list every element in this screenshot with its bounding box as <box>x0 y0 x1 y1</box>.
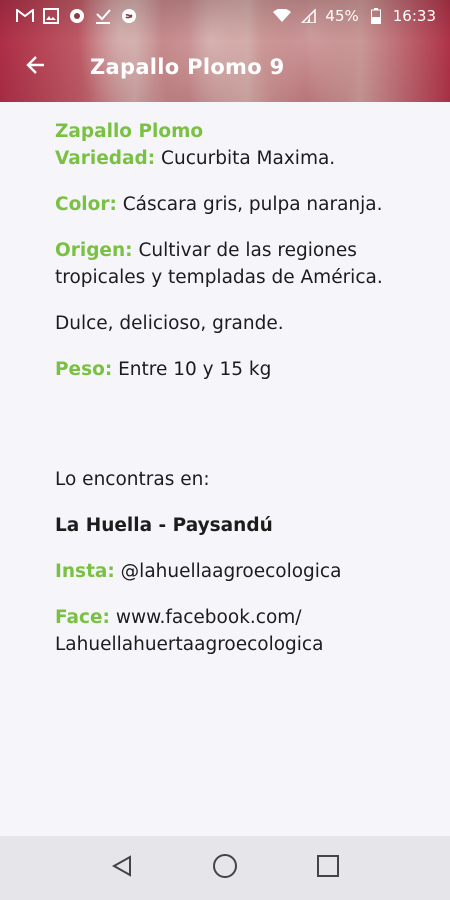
face-url-path: Lahuellahuertaagroecologica <box>55 634 324 655</box>
face-row: Face: www.facebook.com/ Lahuellahuertaag… <box>55 604 425 658</box>
square-recents-icon <box>316 854 340 882</box>
peso-label: Peso: <box>55 359 113 380</box>
nav-recents-button[interactable] <box>306 846 350 890</box>
nav-home-button[interactable] <box>203 846 247 890</box>
peso-row: Peso: Entre 10 y 15 kg <box>55 356 425 383</box>
gmail-icon <box>16 7 34 25</box>
download-icon <box>94 7 112 25</box>
app-icon <box>68 7 86 25</box>
color-label: Color: <box>55 194 117 215</box>
face-label: Face: <box>55 607 110 628</box>
variedad-value: Cucurbita Maxima. <box>155 148 336 169</box>
product-block: Zapallo Plomo Variedad: Cucurbita Maxima… <box>55 118 425 172</box>
origen-row: Origen: Cultivar de las regiones tropica… <box>55 237 425 291</box>
origen-label: Origen: <box>55 240 133 261</box>
wifi-icon <box>273 7 292 25</box>
triangle-back-icon <box>110 854 134 882</box>
nav-back-button[interactable] <box>100 846 144 890</box>
variedad-label: Variedad: <box>55 148 156 169</box>
insta-handle: @lahuellaagroecologica <box>114 561 342 582</box>
color-value: Cáscara gris, pulpa naranja. <box>116 194 383 215</box>
status-bar: 45% 16:33 <box>0 0 450 32</box>
image-icon <box>42 7 60 25</box>
product-details: Zapallo Plomo Variedad: Cucurbita Maxima… <box>55 118 425 677</box>
circle-home-icon <box>212 853 238 883</box>
clock: 16:33 <box>392 7 436 25</box>
color-row: Color: Cáscara gris, pulpa naranja. <box>55 191 425 218</box>
signal-icon <box>299 7 317 25</box>
page-title: Zapallo Plomo 9 <box>90 55 285 79</box>
battery-percent: 45% <box>325 7 359 25</box>
description: Dulce, delicioso, grande. <box>55 313 284 334</box>
face-url: www.facebook.com/ <box>109 607 302 628</box>
shazam-icon <box>120 7 138 25</box>
insta-row: Insta: @lahuellaagroecologica <box>55 558 425 585</box>
product-name: Zapallo Plomo <box>55 121 204 142</box>
back-arrow-icon <box>24 53 48 81</box>
store-name: La Huella - Paysandú <box>55 515 273 536</box>
system-nav-bar <box>0 836 450 900</box>
found-in-text: Lo encontras en: <box>55 469 210 490</box>
back-button[interactable] <box>12 43 60 91</box>
insta-label: Insta: <box>55 561 115 582</box>
app-bar: Zapallo Plomo 9 <box>0 40 450 94</box>
peso-value: Entre 10 y 15 kg <box>112 359 272 380</box>
battery-icon <box>367 7 385 25</box>
